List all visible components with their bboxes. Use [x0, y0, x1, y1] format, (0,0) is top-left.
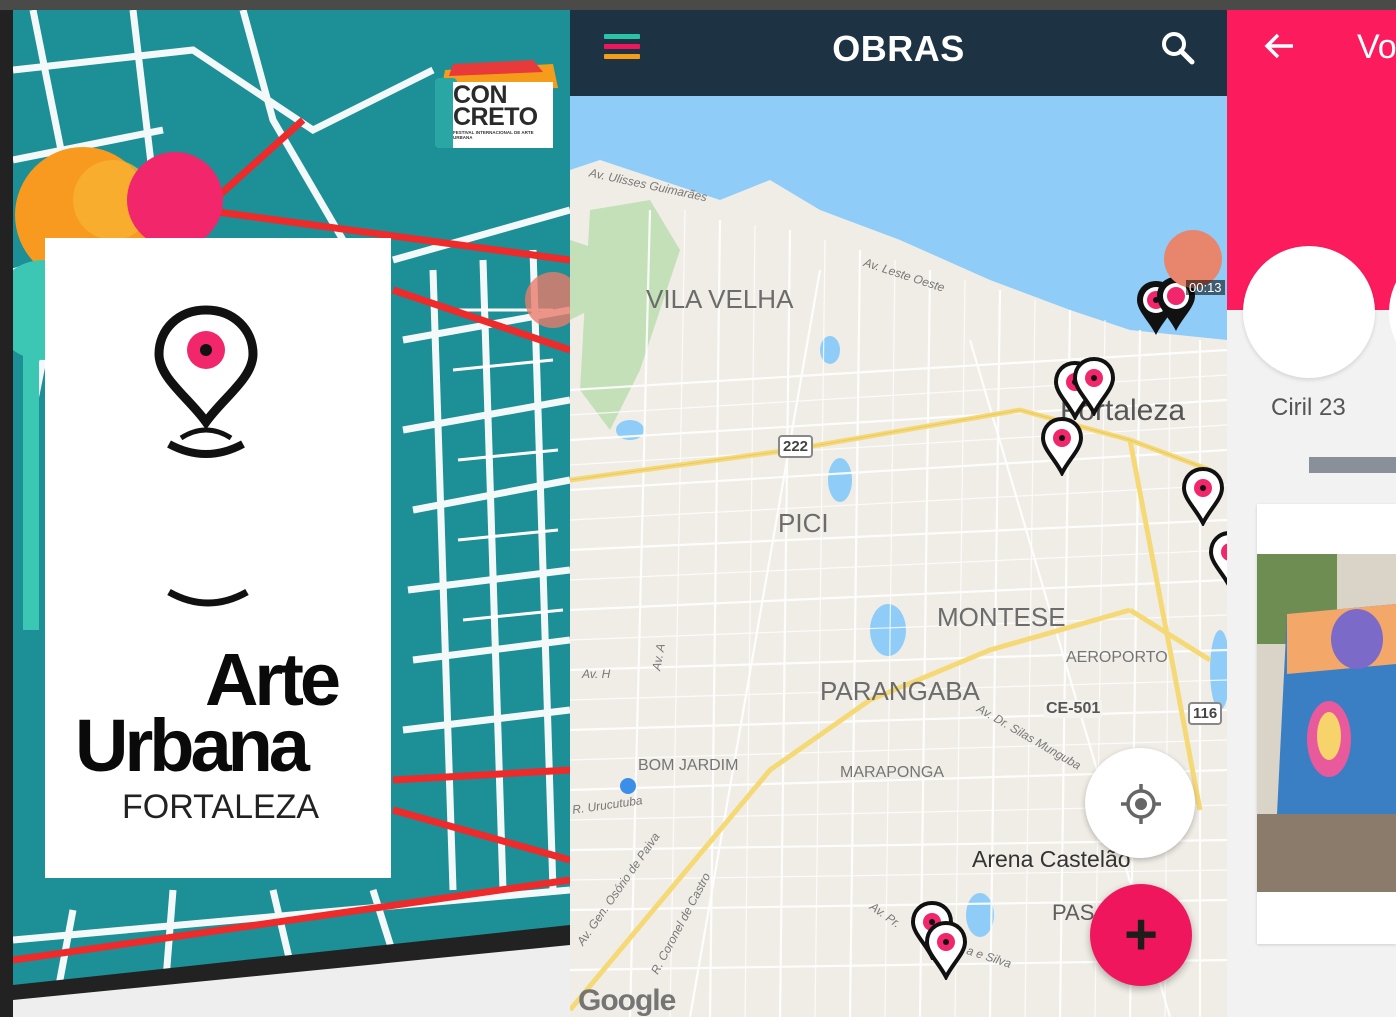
brand-wordmark: CON CRETO [453, 83, 538, 131]
neighborhood-label: PAS [1052, 900, 1095, 925]
brand-subtitle: FESTIVAL INTERNACIONAL DE ARTE URBANA [453, 130, 534, 140]
neighborhood-label: AEROPORTO [1066, 649, 1168, 666]
map-marker-icon[interactable] [1181, 466, 1225, 526]
window-top-strip [0, 0, 1396, 10]
map-screen: Av. Ulisses Guimarães Av. Leste Oeste VI… [570, 10, 1227, 1017]
neighborhood-label: MARAPONGA [840, 764, 945, 781]
brand-line-2: CRETO [453, 103, 538, 131]
my-location-icon [1121, 784, 1161, 824]
window-left-edge [0, 10, 13, 1017]
map-marker-icon[interactable] [924, 920, 968, 980]
neighborhood-label: PICI [778, 508, 829, 538]
neighborhood-label: BOM JARDIM [638, 757, 739, 774]
transit-dot-icon [620, 778, 636, 794]
profile-screen: Vo Ciril 23 [1227, 10, 1396, 1017]
app-title-line-2: Urbana [75, 704, 310, 787]
neighborhood-label: PARANGABA [820, 676, 980, 706]
tab-indicator[interactable] [1309, 457, 1396, 473]
smile-mark-icon [167, 588, 249, 607]
route-shield: 222 [778, 435, 814, 458]
splash-screen: CON CRETO FESTIVAL INTERNACIONAL DE ARTE… [13, 10, 570, 1017]
profile-title: Vo [1357, 28, 1396, 66]
search-icon[interactable] [1158, 28, 1198, 68]
street-label: Av. H [582, 667, 611, 681]
route-shield: 116 [1188, 702, 1223, 725]
screen-title: OBRAS [832, 28, 965, 69]
username-label: Ciril 23 [1271, 394, 1346, 421]
plus-icon: + [1124, 902, 1158, 967]
app-city-label: FORTALEZA [122, 788, 320, 826]
avatar[interactable] [1243, 246, 1375, 378]
marker-time-badge: 00:13 [1186, 280, 1225, 295]
add-artwork-button[interactable]: + [1090, 884, 1192, 986]
neighborhood-label: VILA VELHA [646, 284, 794, 314]
map-marker-icon[interactable] [1208, 530, 1227, 590]
arrow-back-icon[interactable] [1261, 28, 1297, 64]
route-label: CE-501 [1044, 700, 1103, 718]
google-attribution: Google [578, 984, 676, 1017]
neighborhood-label: MONTESE [937, 602, 1066, 632]
app-bar: OBRAS [570, 10, 1227, 96]
my-location-button[interactable] [1085, 748, 1195, 858]
artwork-photo[interactable] [1257, 554, 1396, 892]
map-pin-logo-icon [154, 305, 258, 458]
map-marker-icon[interactable] [1040, 416, 1084, 476]
map-marker-icon[interactable] [1072, 356, 1116, 416]
